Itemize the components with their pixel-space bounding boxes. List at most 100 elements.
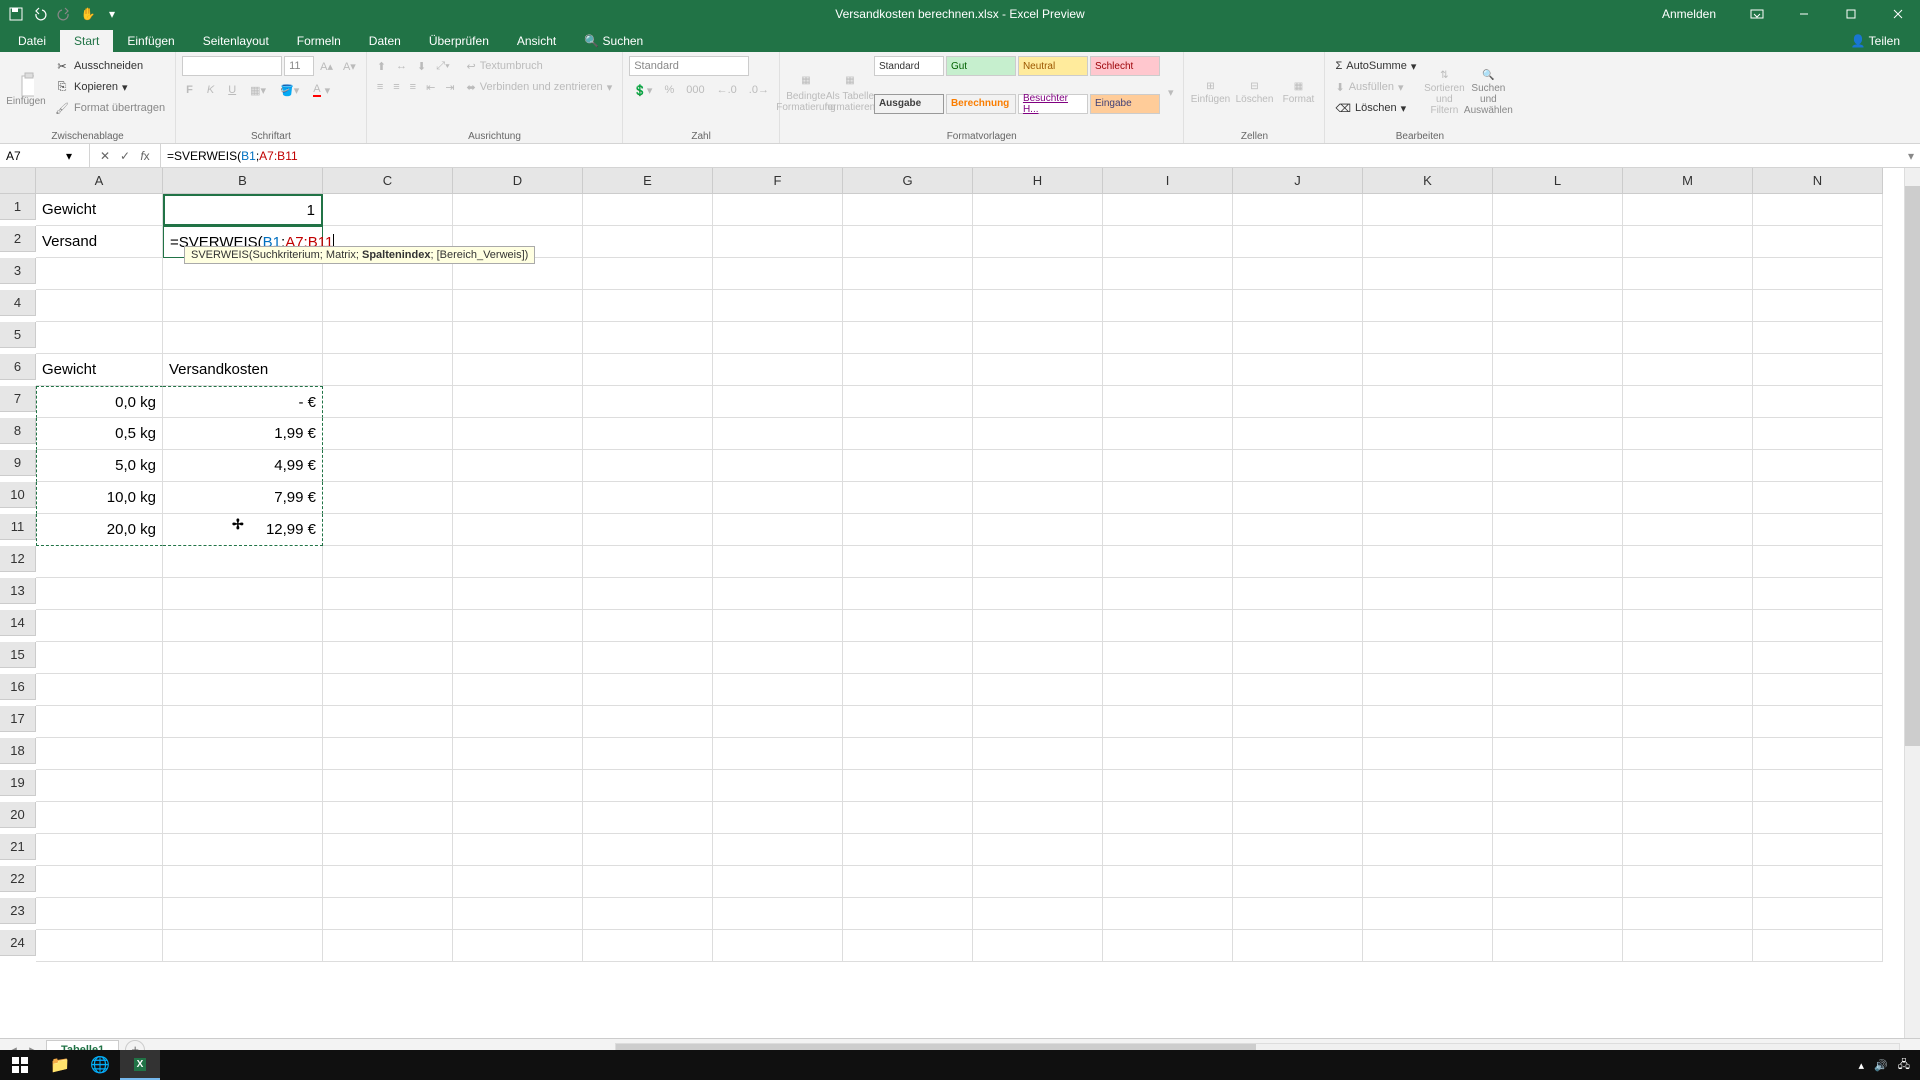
cell-C7[interactable]	[323, 386, 453, 418]
cell-I15[interactable]	[1103, 642, 1233, 674]
cell-J15[interactable]	[1233, 642, 1363, 674]
cell-C8[interactable]	[323, 418, 453, 450]
cell-A5[interactable]	[36, 322, 163, 354]
cell-D11[interactable]	[453, 514, 583, 546]
cell-E18[interactable]	[583, 738, 713, 770]
cell-A4[interactable]	[36, 290, 163, 322]
insert-cells-button[interactable]: ⊞Einfügen	[1190, 56, 1230, 129]
cell-M12[interactable]	[1623, 546, 1753, 578]
cell-A12[interactable]	[36, 546, 163, 578]
tray-chevron-icon[interactable]: ▴	[1859, 1059, 1865, 1072]
start-button[interactable]	[0, 1050, 40, 1080]
cell-N17[interactable]	[1753, 706, 1883, 738]
percent-icon[interactable]: %	[660, 80, 678, 100]
cell-I19[interactable]	[1103, 770, 1233, 802]
rowhdr-22[interactable]: 22	[0, 866, 36, 892]
align-middle-icon[interactable]: ↔	[392, 56, 411, 76]
rowhdr-1[interactable]: 1	[0, 194, 36, 220]
cell-E22[interactable]	[583, 866, 713, 898]
cell-K22[interactable]	[1363, 866, 1493, 898]
cell-H17[interactable]	[973, 706, 1103, 738]
cell-B18[interactable]	[163, 738, 323, 770]
rowhdr-4[interactable]: 4	[0, 290, 36, 316]
cell-E23[interactable]	[583, 898, 713, 930]
cell-D12[interactable]	[453, 546, 583, 578]
cell-F3[interactable]	[713, 258, 843, 290]
cell-J1[interactable]	[1233, 194, 1363, 226]
cell-M16[interactable]	[1623, 674, 1753, 706]
cell-A13[interactable]	[36, 578, 163, 610]
cell-F19[interactable]	[713, 770, 843, 802]
cell-M10[interactable]	[1623, 482, 1753, 514]
cell-C17[interactable]	[323, 706, 453, 738]
cell-G9[interactable]	[843, 450, 973, 482]
cell-G21[interactable]	[843, 834, 973, 866]
rowhdr-12[interactable]: 12	[0, 546, 36, 572]
cell-E17[interactable]	[583, 706, 713, 738]
rowhdr-15[interactable]: 15	[0, 642, 36, 668]
cell-K6[interactable]	[1363, 354, 1493, 386]
cell-I22[interactable]	[1103, 866, 1233, 898]
cell-L6[interactable]	[1493, 354, 1623, 386]
cell-L8[interactable]	[1493, 418, 1623, 450]
cell-M7[interactable]	[1623, 386, 1753, 418]
cell-I12[interactable]	[1103, 546, 1233, 578]
style-ausgabe[interactable]: Ausgabe	[874, 94, 944, 114]
cell-G16[interactable]	[843, 674, 973, 706]
cell-J19[interactable]	[1233, 770, 1363, 802]
cell-C6[interactable]	[323, 354, 453, 386]
cell-K5[interactable]	[1363, 322, 1493, 354]
cell-A16[interactable]	[36, 674, 163, 706]
cell-N18[interactable]	[1753, 738, 1883, 770]
qat-dropdown-icon[interactable]: ▾	[104, 6, 120, 22]
rowhdr-18[interactable]: 18	[0, 738, 36, 764]
indent-decrease-icon[interactable]: ⇤	[422, 77, 439, 97]
sort-filter-button[interactable]: ⇅Sortieren und Filtern	[1424, 56, 1464, 129]
cell-L24[interactable]	[1493, 930, 1623, 962]
cell-K11[interactable]	[1363, 514, 1493, 546]
colhdr-M[interactable]: M	[1623, 168, 1753, 194]
task-excel-icon[interactable]: X	[120, 1050, 160, 1080]
cell-F20[interactable]	[713, 802, 843, 834]
cell-J8[interactable]	[1233, 418, 1363, 450]
cell-F1[interactable]	[713, 194, 843, 226]
align-left-icon[interactable]: ≡	[373, 77, 387, 97]
redo-icon[interactable]	[56, 6, 72, 22]
cell-E16[interactable]	[583, 674, 713, 706]
cell-H9[interactable]	[973, 450, 1103, 482]
cell-G7[interactable]	[843, 386, 973, 418]
cell-L5[interactable]	[1493, 322, 1623, 354]
cell-B14[interactable]	[163, 610, 323, 642]
colhdr-N[interactable]: N	[1753, 168, 1883, 194]
rowhdr-23[interactable]: 23	[0, 898, 36, 924]
cell-N1[interactable]	[1753, 194, 1883, 226]
cell-F22[interactable]	[713, 866, 843, 898]
cell-B6[interactable]: Versandkosten	[163, 354, 323, 386]
colhdr-L[interactable]: L	[1493, 168, 1623, 194]
cell-J9[interactable]	[1233, 450, 1363, 482]
cell-M20[interactable]	[1623, 802, 1753, 834]
tab-suchen[interactable]: 🔍 Suchen	[570, 30, 657, 52]
cell-A8[interactable]: 0,5 kg	[36, 418, 163, 450]
colhdr-B[interactable]: B	[163, 168, 323, 194]
cell-G18[interactable]	[843, 738, 973, 770]
cell-N7[interactable]	[1753, 386, 1883, 418]
cell-M15[interactable]	[1623, 642, 1753, 674]
cell-D24[interactable]	[453, 930, 583, 962]
cell-I20[interactable]	[1103, 802, 1233, 834]
cell-F11[interactable]	[713, 514, 843, 546]
cell-B21[interactable]	[163, 834, 323, 866]
cell-F7[interactable]	[713, 386, 843, 418]
cell-F17[interactable]	[713, 706, 843, 738]
tab-ueberpruefen[interactable]: Überprüfen	[415, 30, 503, 52]
style-eingabe[interactable]: Eingabe	[1090, 94, 1160, 114]
cell-I16[interactable]	[1103, 674, 1233, 706]
grid[interactable]: A B C D E F G H I J K L M N 1Gewicht12Ve…	[0, 168, 1920, 1038]
cell-G23[interactable]	[843, 898, 973, 930]
cell-B11[interactable]: 12,99 €	[163, 514, 323, 546]
find-select-button[interactable]: 🔍Suchen und Auswählen	[1468, 56, 1508, 129]
cell-K17[interactable]	[1363, 706, 1493, 738]
style-gut[interactable]: Gut	[946, 56, 1016, 76]
cell-D22[interactable]	[453, 866, 583, 898]
currency-icon[interactable]: 💲▾	[629, 80, 656, 100]
